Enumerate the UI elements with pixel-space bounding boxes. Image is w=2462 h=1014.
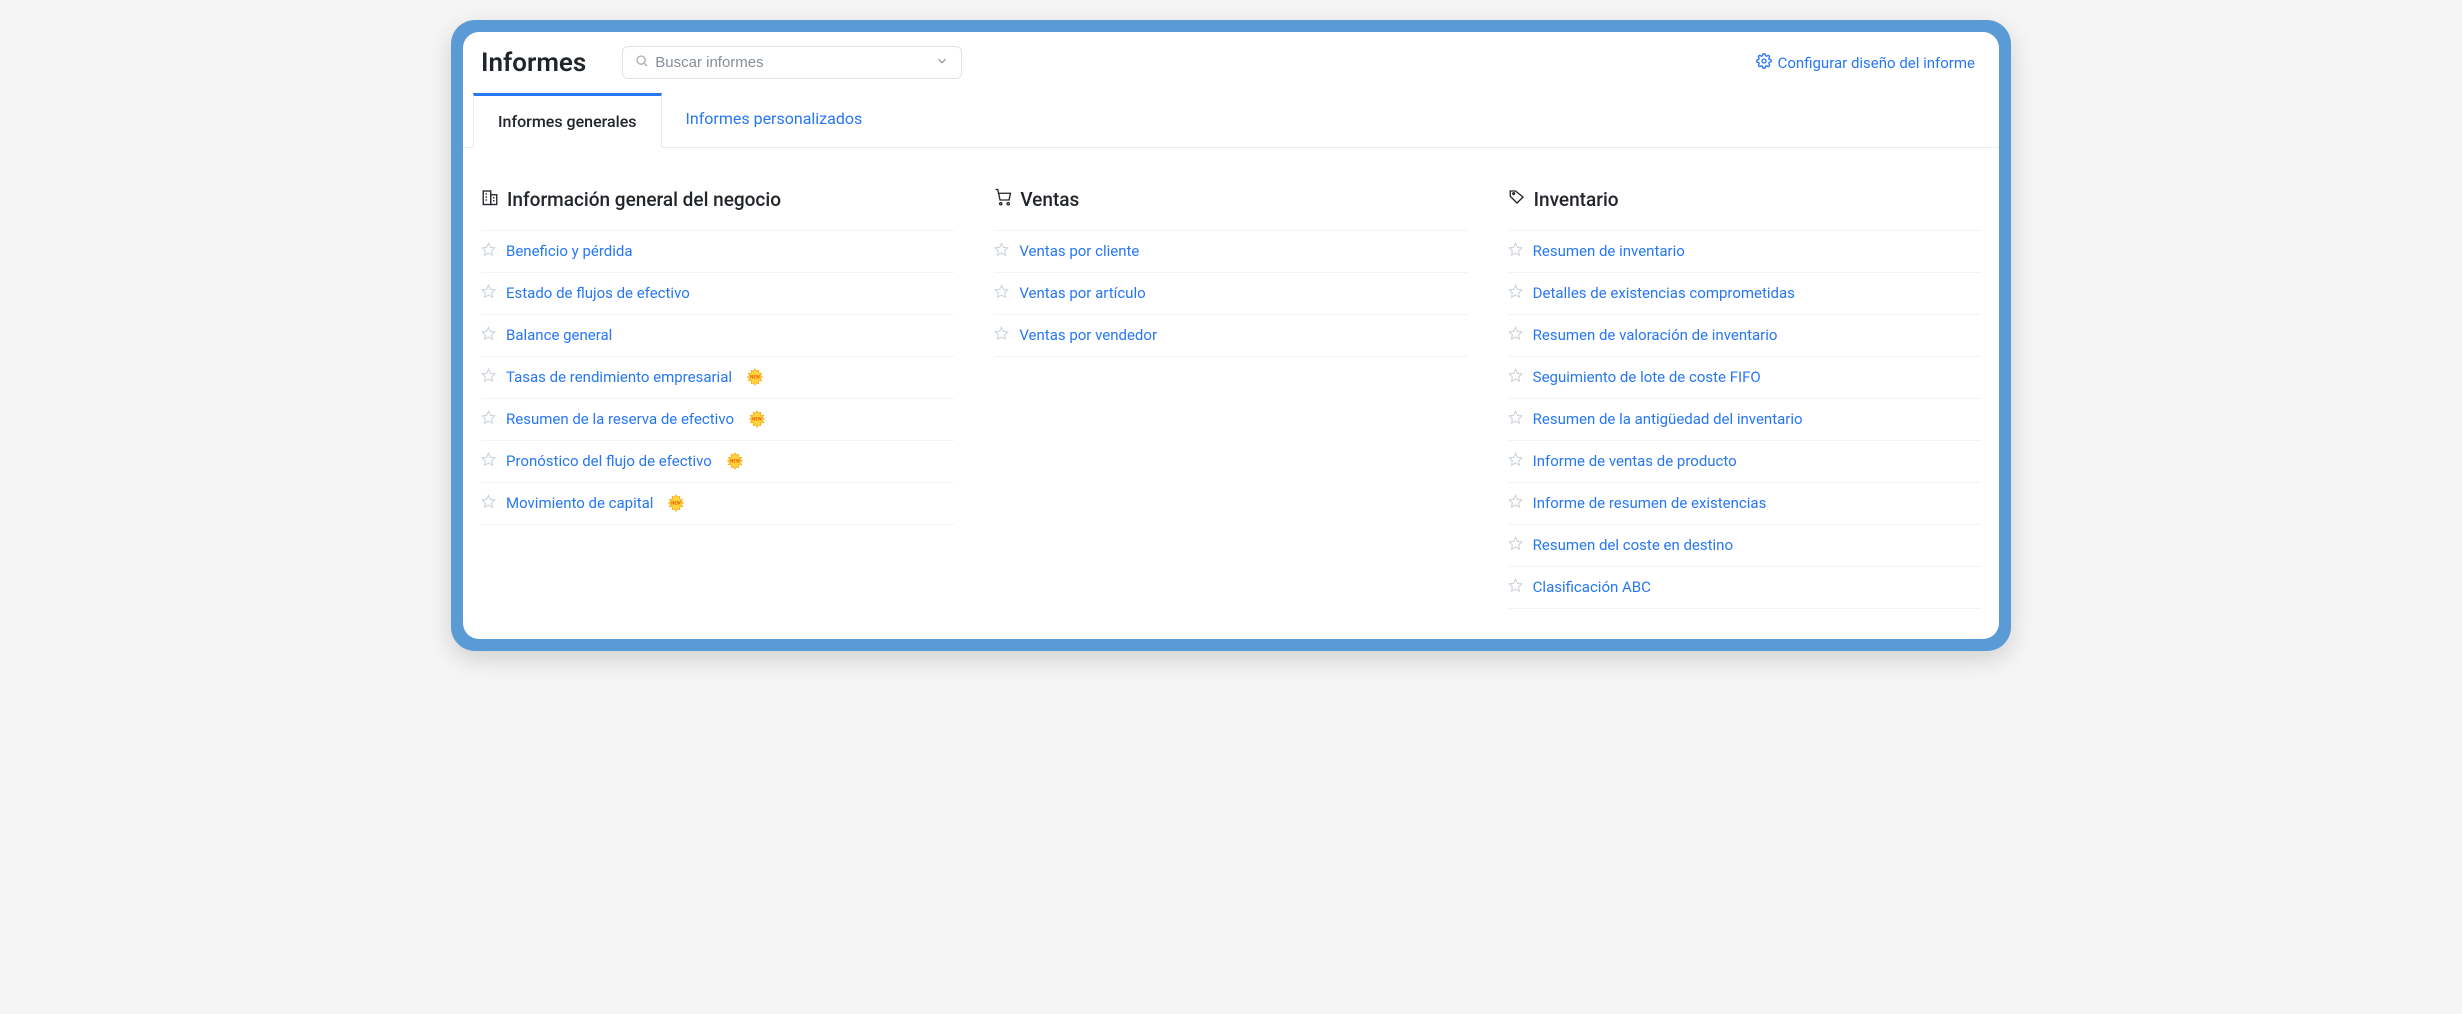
report-link[interactable]: Informe de resumen de existencias	[1533, 494, 1767, 512]
column-title-business: Información general del negocio	[481, 188, 954, 212]
new-badge-icon: NEW	[726, 452, 744, 470]
search-icon	[635, 53, 649, 72]
column-title-business-label: Información general del negocio	[507, 188, 781, 212]
favorite-star-icon[interactable]	[1508, 326, 1523, 345]
favorite-star-icon[interactable]	[994, 242, 1009, 261]
report-link[interactable]: Resumen de la antigüedad del inventario	[1533, 410, 1803, 428]
favorite-star-icon[interactable]	[1508, 410, 1523, 429]
report-item: Informe de ventas de producto	[1508, 441, 1981, 483]
header-left: Informes	[481, 46, 962, 79]
favorite-star-icon[interactable]	[994, 284, 1009, 303]
report-link[interactable]: Balance general	[506, 326, 612, 344]
favorite-star-icon[interactable]	[1508, 452, 1523, 471]
new-badge-icon: NEW	[746, 368, 764, 386]
favorite-star-icon[interactable]	[481, 410, 496, 429]
tabs: Informes generales Informes personalizad…	[463, 93, 1999, 148]
report-item: Clasificación ABC	[1508, 567, 1981, 609]
reports-app: Informes Configurar diseño del informe	[463, 32, 1999, 639]
svg-text:NEW: NEW	[752, 417, 762, 423]
svg-text:NEW: NEW	[730, 459, 740, 465]
favorite-star-icon[interactable]	[1508, 368, 1523, 387]
report-item: Ventas por vendedor	[994, 315, 1467, 357]
search-input[interactable]	[655, 54, 935, 71]
column-sales: Ventas Ventas por cliente Ventas por artí…	[994, 188, 1467, 609]
report-columns: Información general del negocio Benefici…	[463, 148, 1999, 639]
header: Informes Configurar diseño del informe	[463, 32, 1999, 93]
favorite-star-icon[interactable]	[481, 452, 496, 471]
report-link[interactable]: Resumen de valoración de inventario	[1533, 326, 1778, 344]
report-item: Tasas de rendimiento empresarial NEW	[481, 357, 954, 399]
report-link[interactable]: Seguimiento de lote de coste FIFO	[1533, 368, 1761, 386]
report-item: Beneficio y pérdida	[481, 230, 954, 273]
cart-icon	[994, 188, 1012, 212]
report-item: Resumen de la antigüedad del inventario	[1508, 399, 1981, 441]
report-link[interactable]: Ventas por vendedor	[1019, 326, 1157, 344]
report-link[interactable]: Ventas por cliente	[1019, 242, 1139, 260]
favorite-star-icon[interactable]	[994, 326, 1009, 345]
report-link[interactable]: Detalles de existencias comprometidas	[1533, 284, 1795, 302]
tag-icon	[1508, 188, 1526, 212]
business-report-list: Beneficio y pérdida Estado de flujos de e…	[481, 230, 954, 525]
report-item: Estado de flujos de efectivo	[481, 273, 954, 315]
building-icon	[481, 188, 499, 212]
report-link[interactable]: Beneficio y pérdida	[506, 242, 633, 260]
report-item: Seguimiento de lote de coste FIFO	[1508, 357, 1981, 399]
report-item: Resumen de la reserva de efectivo NEW	[481, 399, 954, 441]
inventory-report-list: Resumen de inventario Detalles de existen…	[1508, 230, 1981, 609]
report-link[interactable]: Ventas por artículo	[1019, 284, 1145, 302]
report-item: Resumen de inventario	[1508, 230, 1981, 273]
report-link[interactable]: Resumen de la reserva de efectivo	[506, 410, 734, 428]
column-title-inventory: Inventario	[1508, 188, 1981, 212]
tab-custom-reports[interactable]: Informes personalizados	[662, 93, 887, 147]
column-title-sales: Ventas	[994, 188, 1467, 212]
report-item: Pronóstico del flujo de efectivo NEW	[481, 441, 954, 483]
report-item: Movimiento de capital NEW	[481, 483, 954, 525]
configure-report-layout-label: Configurar diseño del informe	[1778, 54, 1975, 72]
report-link[interactable]: Clasificación ABC	[1533, 578, 1651, 596]
page-title: Informes	[481, 48, 586, 78]
tab-general-reports[interactable]: Informes generales	[473, 93, 662, 148]
favorite-star-icon[interactable]	[481, 326, 496, 345]
report-link[interactable]: Movimiento de capital	[506, 494, 653, 512]
configure-report-layout-link[interactable]: Configurar diseño del informe	[1756, 53, 1975, 73]
column-business-overview: Información general del negocio Benefici…	[481, 188, 954, 609]
report-link[interactable]: Resumen del coste en destino	[1533, 536, 1733, 554]
favorite-star-icon[interactable]	[1508, 284, 1523, 303]
report-link[interactable]: Estado de flujos de efectivo	[506, 284, 690, 302]
new-badge-icon: NEW	[748, 410, 766, 428]
favorite-star-icon[interactable]	[481, 368, 496, 387]
column-title-sales-label: Ventas	[1020, 188, 1079, 212]
report-link[interactable]: Resumen de inventario	[1533, 242, 1685, 260]
favorite-star-icon[interactable]	[481, 242, 496, 261]
svg-text:NEW: NEW	[750, 375, 760, 381]
favorite-star-icon[interactable]	[481, 494, 496, 513]
report-item: Resumen de valoración de inventario	[1508, 315, 1981, 357]
favorite-star-icon[interactable]	[1508, 242, 1523, 261]
sales-report-list: Ventas por cliente Ventas por artículo Ven…	[994, 230, 1467, 357]
favorite-star-icon[interactable]	[1508, 536, 1523, 555]
favorite-star-icon[interactable]	[1508, 494, 1523, 513]
chevron-down-icon[interactable]	[935, 53, 949, 72]
column-inventory: Inventario Resumen de inventario Detalles…	[1508, 188, 1981, 609]
report-item: Resumen del coste en destino	[1508, 525, 1981, 567]
report-link[interactable]: Tasas de rendimiento empresarial	[506, 368, 732, 386]
new-badge-icon: NEW	[667, 494, 685, 512]
report-item: Detalles de existencias comprometidas	[1508, 273, 1981, 315]
report-link[interactable]: Pronóstico del flujo de efectivo	[506, 452, 712, 470]
report-item: Informe de resumen de existencias	[1508, 483, 1981, 525]
gear-icon	[1756, 53, 1772, 73]
report-item: Balance general	[481, 315, 954, 357]
column-title-inventory-label: Inventario	[1534, 188, 1619, 212]
favorite-star-icon[interactable]	[481, 284, 496, 303]
search-reports[interactable]	[622, 46, 962, 79]
favorite-star-icon[interactable]	[1508, 578, 1523, 597]
report-link[interactable]: Informe de ventas de producto	[1533, 452, 1737, 470]
report-item: Ventas por cliente	[994, 230, 1467, 273]
report-item: Ventas por artículo	[994, 273, 1467, 315]
svg-text:NEW: NEW	[672, 501, 682, 507]
